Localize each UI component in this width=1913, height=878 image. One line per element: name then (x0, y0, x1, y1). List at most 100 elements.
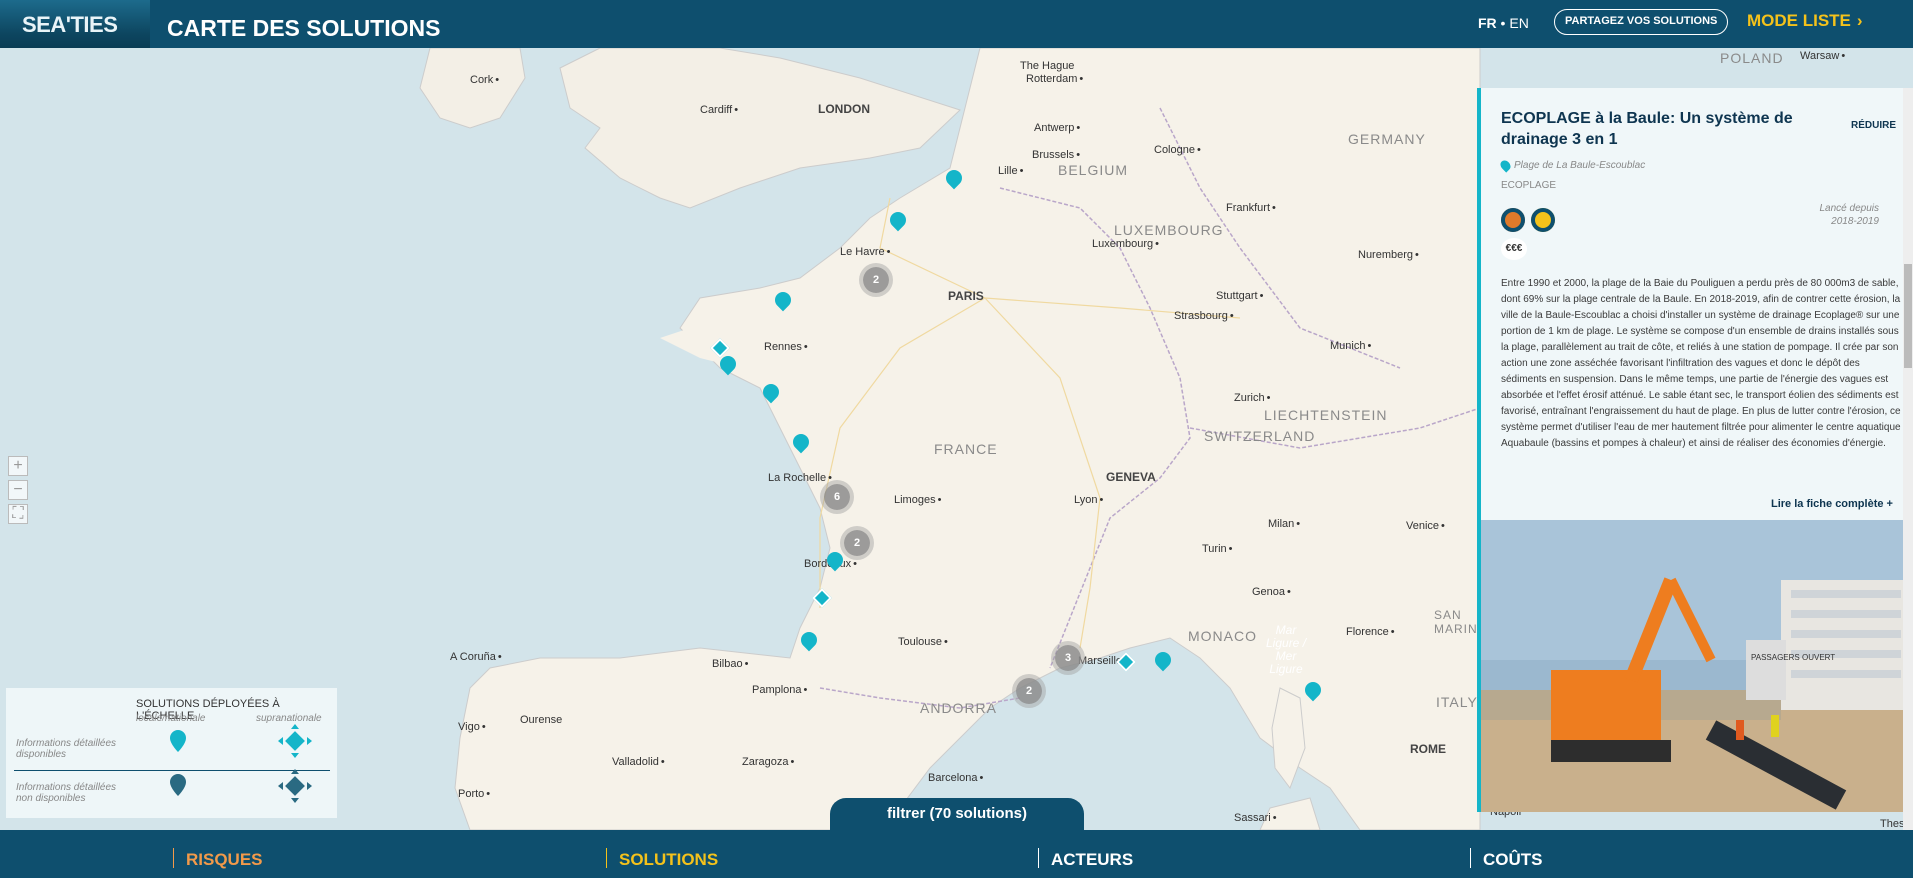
reduce-button[interactable]: RÉDUIRE (1851, 120, 1896, 131)
solution-title: ECOPLAGE à la Baule: Un système de drain… (1501, 110, 1793, 148)
place-label: Le Havre (840, 246, 891, 258)
supranational-marker[interactable] (709, 337, 731, 359)
scrollbar-thumb[interactable] (1904, 264, 1912, 368)
zoom-in-button[interactable]: + (8, 456, 28, 476)
read-more-label: Lire la fiche complète (1771, 498, 1884, 510)
place-label: Turin (1202, 543, 1233, 555)
filter-button[interactable]: filtrer (70 solutions) (830, 798, 1084, 830)
lang-separator: • (1496, 15, 1510, 31)
photo-sign-text: PASSAGERS OUVERT (1751, 653, 1835, 662)
place-label: Cologne (1154, 144, 1201, 156)
cluster-marker[interactable]: 2 (1016, 678, 1042, 704)
place-label: Lille (998, 165, 1023, 177)
place-label: Cardiff (700, 104, 738, 116)
place-label: Mar Ligure / Mer Ligure (1266, 623, 1307, 676)
nav-acteurs[interactable]: ACTEURS (1038, 848, 1133, 869)
place-label: GENEVA (1106, 470, 1156, 484)
solution-pin[interactable] (823, 548, 847, 572)
supranational-marker[interactable] (1115, 651, 1137, 673)
read-full-sheet-link[interactable]: Lire la fiche complète + (1771, 498, 1893, 510)
solution-organization: ECOPLAGE (1501, 180, 1557, 191)
panel-scrollbar[interactable] (1903, 88, 1913, 830)
solution-description: Entre 1990 et 2000, la plage de la Baie … (1501, 278, 1901, 449)
place-label: Luxembourg (1092, 238, 1159, 250)
mode-liste-button[interactable]: MODE LISTE › (1747, 11, 1863, 31)
lang-en-link[interactable]: EN (1509, 15, 1528, 31)
share-solutions-button[interactable]: PARTAGEZ VOS SOLUTIONS (1554, 9, 1729, 35)
place-label: Porto (458, 788, 490, 800)
chevron-right-icon: › (1856, 11, 1863, 30)
place-label: PARIS (948, 289, 984, 303)
place-label: Venice (1406, 520, 1445, 532)
place-label: Vigo (458, 721, 486, 733)
place-label: MONACO (1188, 628, 1257, 644)
place-label: Milan (1268, 518, 1300, 530)
place-label: Barcelona (928, 772, 983, 784)
place-label: Cork (470, 74, 499, 86)
location-pin-icon (1498, 158, 1513, 173)
place-label: Nuremberg (1358, 249, 1419, 261)
place-label: BELGIUM (1058, 162, 1129, 178)
place-label: Antwerp (1034, 122, 1080, 134)
pin-available-icon (170, 730, 186, 752)
place-label: Munich (1330, 340, 1371, 352)
language-switcher: FR • EN (1478, 15, 1529, 31)
cluster-marker[interactable]: 2 (844, 530, 870, 556)
place-label: LUXEMBOURG (1114, 222, 1224, 238)
place-label: LIECHTENSTEIN (1264, 407, 1388, 423)
logo[interactable]: SEA'TIES (0, 0, 150, 48)
solution-detail-panel: ECOPLAGE à la Baule: Un système de drain… (1477, 88, 1903, 812)
place-label: Brussels (1032, 149, 1080, 161)
pin-unavailable-icon (170, 774, 186, 796)
bottom-navigation: RISQUES SOLUTIONS ACTEURS COÛTS (0, 830, 1913, 878)
cluster-marker[interactable]: 2 (863, 267, 889, 293)
solution-pin[interactable] (759, 380, 783, 404)
place-label: FRANCE (934, 441, 998, 457)
plus-icon: + (1886, 498, 1893, 510)
place-label: ANDORRA (920, 700, 998, 716)
launch-period: 2018-2019 (1831, 216, 1879, 227)
nav-couts[interactable]: COÛTS (1470, 848, 1543, 869)
zoom-out-button[interactable]: − (8, 480, 28, 500)
place-label: Toulouse (898, 636, 948, 648)
mode-liste-label: MODE LISTE (1747, 11, 1851, 30)
cluster-marker[interactable]: 3 (1055, 645, 1081, 671)
place-label: LONDON (818, 102, 870, 116)
nav-solutions[interactable]: SOLUTIONS (606, 848, 718, 869)
launch-date: Lancé depuis 2018-2019 (1781, 202, 1880, 228)
solution-pin[interactable] (942, 166, 966, 190)
solution-pin[interactable] (716, 352, 740, 376)
solution-pin[interactable] (789, 430, 813, 454)
place-label: ITALY (1436, 694, 1478, 710)
place-label: Frankfurt (1226, 202, 1276, 214)
solution-pin[interactable] (797, 628, 821, 652)
solution-pin[interactable] (1301, 678, 1325, 702)
place-label: Limoges (894, 494, 941, 506)
solution-pin[interactable] (771, 288, 795, 312)
logo-text: SEA'TIES (22, 12, 118, 37)
map-legend: SOLUTIONS DÉPLOYÉES À L'ÉCHELLE locale/n… (6, 688, 337, 818)
place-label: POLAND (1720, 50, 1784, 66)
solution-pin[interactable] (1151, 648, 1175, 672)
place-label: Bilbao (712, 658, 748, 670)
solution-pin[interactable] (886, 208, 910, 232)
diamond-available-icon (278, 724, 312, 758)
cluster-marker[interactable]: 6 (824, 484, 850, 510)
top-bar: SEA'TIES CARTE DES SOLUTIONS FR • EN PAR… (0, 0, 1913, 48)
fullscreen-button[interactable]: ⛶ (8, 504, 28, 524)
nav-risques[interactable]: RISQUES (173, 848, 263, 869)
place-label: ROME (1410, 742, 1446, 756)
place-label: Lyon (1074, 494, 1103, 506)
place-label: Rotterdam (1026, 73, 1083, 85)
cost-badge: €€€ (1501, 238, 1527, 260)
place-label: Sassari (1234, 812, 1277, 824)
supranational-marker[interactable] (811, 587, 833, 609)
place-label: Zurich (1234, 392, 1270, 404)
diamond-unavailable-icon (278, 769, 312, 803)
place-label: Ourense (520, 714, 563, 726)
page-title: CARTE DES SOLUTIONS (167, 15, 441, 41)
solution-photo: PASSAGERS OUVERT (1481, 520, 1903, 812)
place-label: Stuttgart (1216, 290, 1263, 302)
lang-fr-link[interactable]: FR (1478, 15, 1497, 31)
location-text: Plage de La Baule-Escoublac (1514, 160, 1646, 172)
